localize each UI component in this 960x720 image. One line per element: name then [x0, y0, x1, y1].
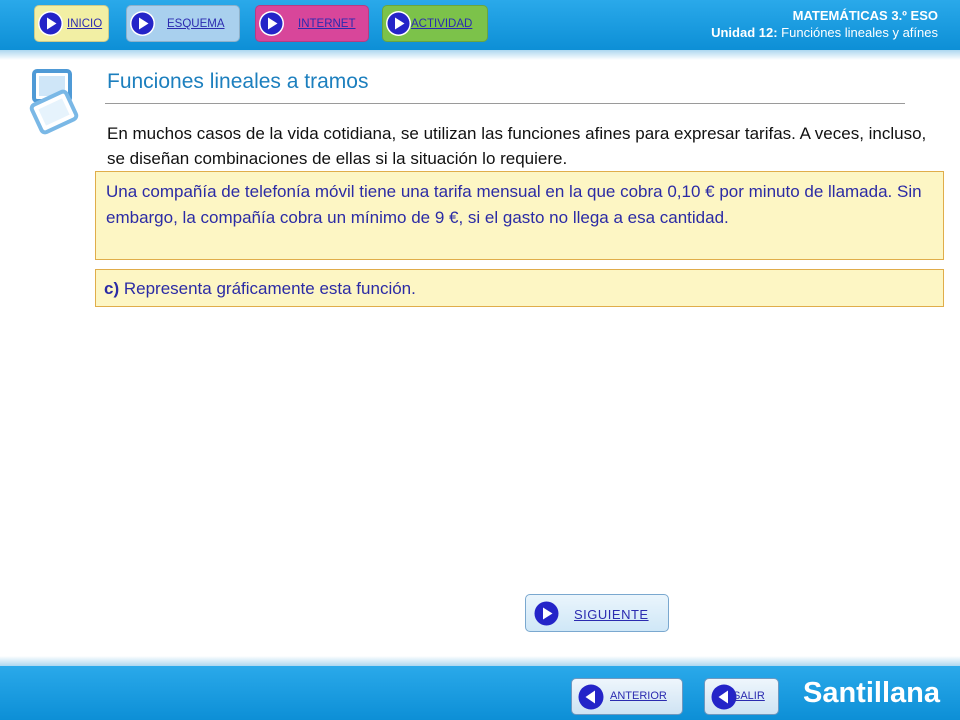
actividad-button[interactable]: ACTIVIDAD: [382, 5, 488, 42]
unit-label: Unidad 12:: [711, 25, 778, 40]
document-stack-icon: [28, 68, 80, 138]
page-title: Funciones lineales a tramos: [107, 70, 369, 93]
problem-text: Una compañía de telefonía móvil tiene un…: [106, 182, 922, 227]
question-letter: c): [104, 279, 120, 298]
esquema-label: ESQUEMA: [167, 18, 225, 30]
bottom-bar-shade: [0, 656, 960, 666]
top-bar-shade: [0, 50, 960, 60]
question-box: c) Representa gráficamente esta función.: [95, 269, 944, 307]
salir-button[interactable]: SALIR: [704, 678, 779, 715]
unit-title: Funciónes lineales y afínes: [777, 25, 938, 40]
title-divider: [105, 103, 905, 104]
course-info: MATEMÁTICAS 3.º ESO Unidad 12: Funciónes…: [711, 7, 938, 41]
back-arrow-icon: [578, 684, 604, 710]
internet-button[interactable]: INTERNET: [255, 5, 369, 42]
play-icon: [38, 11, 63, 36]
play-icon: [386, 11, 411, 36]
siguiente-label: SIGUIENTE: [574, 607, 649, 622]
inicio-label: INICIO: [67, 18, 103, 30]
problem-box: Una compañía de telefonía móvil tiene un…: [95, 171, 944, 260]
anterior-label: ANTERIOR: [610, 690, 667, 702]
play-icon: [534, 601, 559, 626]
internet-label: INTERNET: [298, 18, 356, 30]
anterior-button[interactable]: ANTERIOR: [571, 678, 683, 715]
brand-logo: Santillana: [803, 677, 940, 709]
inicio-button[interactable]: INICIO: [34, 5, 109, 42]
play-icon: [259, 11, 284, 36]
esquema-button[interactable]: ESQUEMA: [126, 5, 240, 42]
question-text: Representa gráficamente esta función.: [119, 279, 416, 298]
siguiente-button[interactable]: SIGUIENTE: [525, 594, 669, 632]
salir-label: SALIR: [733, 690, 765, 702]
actividad-label: ACTIVIDAD: [411, 18, 473, 30]
play-icon: [130, 11, 155, 36]
intro-text: En muchos casos de la vida cotidiana, se…: [107, 124, 927, 168]
course-unit: Unidad 12: Funciónes lineales y afínes: [711, 24, 938, 41]
course-subject: MATEMÁTICAS 3.º ESO: [792, 8, 938, 23]
